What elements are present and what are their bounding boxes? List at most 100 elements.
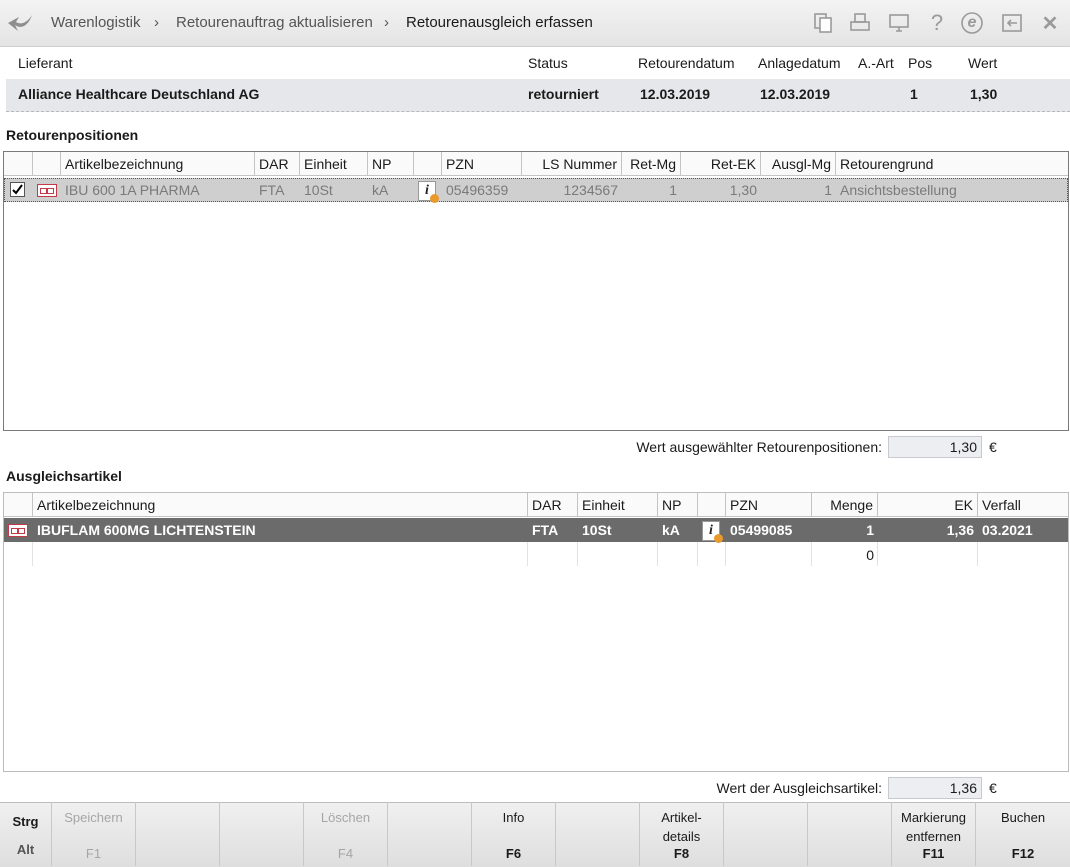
cell-einheit: 10St bbox=[304, 182, 333, 198]
sum-value-retourenpositionen: 1,30 bbox=[888, 436, 982, 458]
help-icon[interactable]: ? bbox=[925, 10, 949, 35]
markierung-label-line1: Markierung bbox=[900, 810, 967, 825]
cell-pzn: 05496359 bbox=[446, 182, 509, 198]
value-retourendatum: 12.03.2019 bbox=[640, 86, 711, 102]
cell-einheit: 10St bbox=[582, 522, 612, 538]
e-icon[interactable]: e bbox=[960, 11, 984, 35]
col-einheit[interactable]: Einheit bbox=[578, 493, 658, 517]
e-icon-glyph: e bbox=[967, 14, 977, 31]
label-wert: Wert bbox=[968, 55, 998, 71]
col-pzn[interactable]: PZN bbox=[442, 152, 522, 176]
exit-window-icon[interactable] bbox=[1000, 11, 1024, 35]
cell-np: kA bbox=[662, 522, 680, 538]
f10-button[interactable] bbox=[808, 802, 892, 866]
f2-button[interactable] bbox=[136, 802, 220, 866]
markierung-key: F11 bbox=[922, 846, 945, 861]
col-ls-nummer[interactable]: LS Nummer bbox=[522, 152, 622, 176]
monitor-icon[interactable] bbox=[887, 11, 911, 35]
print-icon[interactable] bbox=[848, 11, 872, 35]
artikeldetails-key: F8 bbox=[673, 846, 690, 861]
col-ret-ek[interactable]: Ret-EK bbox=[681, 152, 761, 176]
value-wert: 1,30 bbox=[970, 86, 998, 102]
value-status: retourniert bbox=[528, 86, 599, 102]
col-np[interactable]: NP bbox=[368, 152, 414, 176]
speichern-button[interactable]: Speichern F1 bbox=[52, 802, 136, 866]
cell-artikel: IBUFLAM 600MG LICHTENSTEIN bbox=[37, 522, 256, 538]
f3-button[interactable] bbox=[220, 802, 304, 866]
label-pos: Pos bbox=[908, 55, 933, 71]
speichern-key: F1 bbox=[85, 846, 102, 861]
cell-np: kA bbox=[372, 182, 389, 198]
cell-pzn: 05499085 bbox=[730, 522, 793, 538]
row-checkbox[interactable] bbox=[10, 182, 25, 197]
label-aart: A.-Art bbox=[858, 55, 894, 71]
artikeldetails-button[interactable]: Artikel-details F8 bbox=[640, 802, 724, 866]
label-anlagedatum: Anlagedatum bbox=[758, 55, 841, 71]
info-key: F6 bbox=[505, 846, 522, 861]
value-lieferant: Alliance Healthcare Deutschland AG bbox=[18, 86, 260, 102]
cell-dar: FTA bbox=[259, 182, 285, 198]
section-title-retourenpositionen: Retourenpositionen bbox=[6, 127, 139, 143]
cell-artikel: IBU 600 1A PHARMA bbox=[65, 182, 200, 198]
close-icon[interactable]: ✕ bbox=[1038, 11, 1062, 35]
sum-label-ausgleichsartikel: Wert der Ausgleichsartikel: bbox=[716, 780, 882, 796]
col-menge[interactable]: Menge bbox=[812, 493, 878, 517]
article-box-icon bbox=[8, 524, 28, 537]
cell-ret-ek: 1,30 bbox=[729, 182, 757, 198]
f5-button[interactable] bbox=[388, 802, 472, 866]
section-title-ausgleichsartikel: Ausgleichsartikel bbox=[6, 468, 122, 484]
label-status: Status bbox=[528, 55, 568, 71]
label-retourendatum: Retourendatum bbox=[638, 55, 735, 71]
col-verfall[interactable]: Verfall bbox=[978, 493, 1068, 517]
sum-label-retourenpositionen: Wert ausgewählter Retourenpositionen: bbox=[636, 439, 882, 455]
col-pzn[interactable]: PZN bbox=[726, 493, 812, 517]
f9-button[interactable] bbox=[724, 802, 808, 866]
col-np[interactable]: NP bbox=[658, 493, 698, 517]
cell-dar: FTA bbox=[532, 522, 559, 538]
col-einheit[interactable]: Einheit bbox=[300, 152, 368, 176]
article-box-icon bbox=[37, 184, 57, 197]
cell-verfall: 03.2021 bbox=[982, 522, 1033, 538]
loeschen-button[interactable]: Löschen F4 bbox=[304, 802, 388, 866]
speichern-label: Speichern bbox=[64, 810, 123, 825]
table-row-new[interactable] bbox=[4, 542, 1068, 566]
col-ausgl-mg[interactable]: Ausgl-Mg bbox=[761, 152, 836, 176]
info-icon[interactable]: i bbox=[418, 181, 439, 203]
cell-menge-new[interactable]: 0 bbox=[812, 544, 878, 566]
label-lieferant: Lieferant bbox=[18, 55, 73, 71]
breadcrumb-retourenauftrag[interactable]: Retourenauftrag aktualisieren bbox=[176, 14, 373, 31]
col-artikelbezeichnung[interactable]: Artikelbezeichnung bbox=[33, 493, 528, 517]
breadcrumb-warenlogistik[interactable]: Warenlogistik bbox=[51, 14, 140, 31]
col-dar[interactable]: DAR bbox=[528, 493, 578, 517]
modifier-keys[interactable]: Strg Alt bbox=[0, 802, 52, 866]
info-button[interactable]: Info F6 bbox=[472, 802, 556, 866]
col-icon bbox=[4, 493, 33, 517]
value-anlagedatum: 12.03.2019 bbox=[760, 86, 831, 102]
col-ret-mg[interactable]: Ret-Mg bbox=[622, 152, 681, 176]
sum-value-ausgleichsartikel: 1,36 bbox=[888, 777, 982, 799]
info-icon[interactable]: i bbox=[702, 521, 723, 543]
markierung-entfernen-button[interactable]: Markierung entfernen F11 bbox=[892, 802, 976, 866]
loeschen-key: F4 bbox=[337, 846, 354, 861]
cell-ls-nummer: 1234567 bbox=[563, 182, 618, 198]
value-pos: 1 bbox=[910, 86, 918, 102]
col-artikelbezeichnung[interactable]: Artikelbezeichnung bbox=[61, 152, 255, 176]
strg-label: Strg bbox=[12, 814, 39, 829]
col-retourengrund[interactable]: Retourengrund bbox=[836, 152, 1068, 176]
back-arrow-icon[interactable] bbox=[6, 9, 36, 37]
markierung-label: Markierung entfernen bbox=[892, 808, 975, 846]
ausgleichsartikel-table[interactable]: Artikelbezeichnung DAR Einheit NP PZN Me… bbox=[3, 492, 1069, 772]
markierung-label-line2: entfernen bbox=[906, 829, 961, 844]
artikeldetails-label-line2: details bbox=[662, 829, 701, 844]
f7-button[interactable] bbox=[556, 802, 640, 866]
col-dar[interactable]: DAR bbox=[255, 152, 300, 176]
cell-ek: 1,36 bbox=[946, 522, 974, 538]
artikeldetails-label-line1: Artikel- bbox=[661, 810, 702, 825]
breadcrumb-separator: › bbox=[384, 14, 389, 31]
info-label: Info bbox=[502, 810, 525, 825]
col-ek[interactable]: EK bbox=[878, 493, 978, 517]
buchen-button[interactable]: Buchen F12 bbox=[976, 802, 1070, 866]
retourenpositionen-table[interactable]: Artikelbezeichnung DAR Einheit NP PZN LS… bbox=[3, 151, 1069, 431]
loeschen-label: Löschen bbox=[320, 810, 371, 825]
copy-document-icon[interactable] bbox=[811, 11, 835, 35]
